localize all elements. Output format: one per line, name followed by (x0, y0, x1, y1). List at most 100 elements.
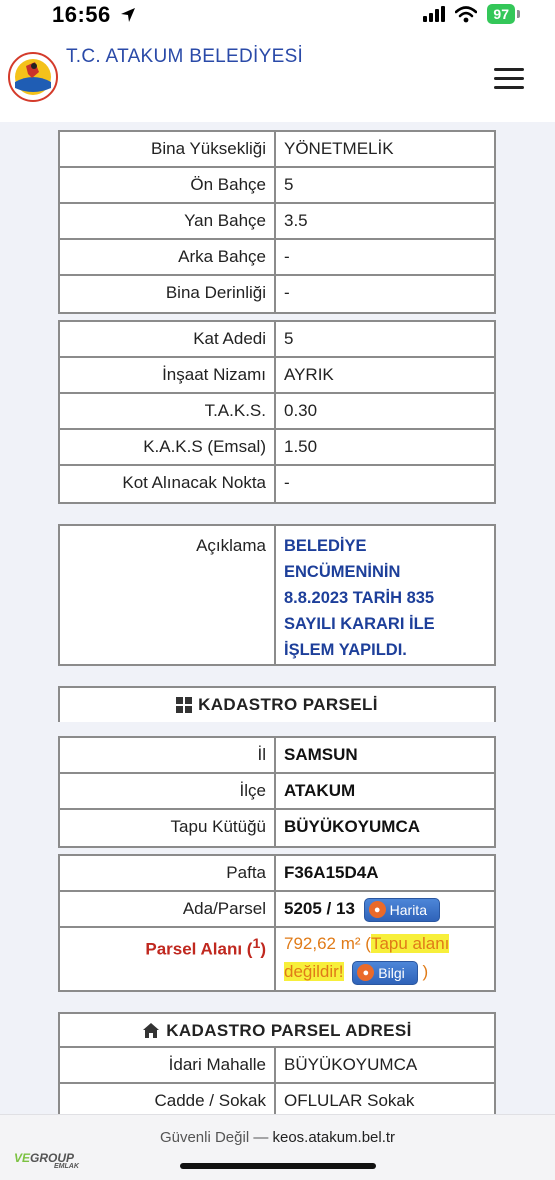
harita-label: Harita (389, 901, 427, 918)
row-label: Tapu Kütüğü (60, 810, 276, 846)
row-label: Pafta (60, 856, 276, 890)
row-value: - (284, 473, 290, 492)
table-row: Parsel Alanı (1) 792,62 m² (Tapu alanı d… (60, 928, 494, 990)
row-value: OFLULAR Sokak (284, 1091, 415, 1110)
row-value: BÜYÜKOYUMCA (284, 817, 420, 836)
parcel-address-table: İdari Mahalle BÜYÜKOYUMCA Cadde / Sokak OF… (58, 1046, 496, 1114)
row-label: İnşaat Nizamı (60, 358, 276, 392)
parcel-area-label: Parsel Alanı (1) (60, 928, 276, 990)
row-value: 3.5 (284, 211, 308, 230)
watermark-mark: VE (14, 1151, 31, 1165)
row-label: Açıklama (60, 526, 276, 664)
row-label: İlçe (60, 774, 276, 808)
section-title: KADASTRO PARSELİ (198, 695, 378, 714)
area-warning: değildir! (284, 962, 344, 981)
table-row: İnşaat Nizamı AYRIK (60, 358, 494, 394)
site-header: T.C. ATAKUM BELEDİYESİ (0, 36, 555, 122)
row-value: 5205 / 13 ● Harita (276, 892, 494, 926)
row-label: İl (60, 738, 276, 772)
description-line: BELEDİYE (284, 537, 367, 555)
description-line: SAYILI KARARI İLE (284, 615, 435, 633)
row-label: Ön Bahçe (60, 168, 276, 202)
zoning-table: Kat Adedi 5 İnşaat Nizamı AYRIK T.A.K.S. 0.… (58, 320, 496, 504)
status-bar: 16:56 97 (0, 0, 555, 36)
row-value: 1.50 (284, 437, 318, 456)
row-value: F36A15D4A (284, 863, 379, 882)
row-label: Arka Bahçe (60, 240, 276, 274)
row-label: Ada/Parsel (60, 892, 276, 926)
site-title[interactable]: T.C. ATAKUM BELEDİYESİ (66, 46, 303, 68)
row-label: Cadde / Sokak (60, 1084, 276, 1114)
area-value: 792,62 m² (284, 934, 361, 953)
row-value: SAMSUN (284, 745, 358, 764)
parcel-area-value: 792,62 m² (Tapu alanı değildir! ● Bilgi ) (276, 928, 494, 990)
row-label: İdari Mahalle (60, 1048, 276, 1082)
security-label: Güvenli Değil — (159, 1129, 273, 1146)
browser-address-bar[interactable]: Güvenli Değil — keos.atakum.bel.tr VEGRO… (0, 1114, 555, 1180)
url-display[interactable]: Güvenli Değil — keos.atakum.bel.tr (0, 1129, 555, 1146)
row-label: Kat Adedi (60, 322, 276, 356)
table-row: Pafta F36A15D4A (60, 856, 494, 892)
cellular-signal-icon (423, 6, 446, 22)
map-pin-icon: ● (368, 901, 386, 919)
row-label: Bina Yüksekliği (60, 132, 276, 166)
section-title: KADASTRO PARSEL ADRESİ (166, 1021, 412, 1040)
table-row: Kot Alınacak Nokta - (60, 466, 494, 502)
info-pin-icon: ● (357, 964, 375, 982)
description-table: Açıklama BELEDİYE ENCÜMENİNİN 8.8.2023 T… (58, 524, 496, 666)
table-row: Ada/Parsel 5205 / 13 ● Harita (60, 892, 494, 928)
table-row: Ön Bahçe 5 (60, 168, 494, 204)
description-line: İŞLEM YAPILDI. (284, 641, 407, 659)
url-host: keos.atakum.bel.tr (272, 1129, 396, 1146)
row-value: ATAKUM (284, 781, 356, 800)
hamburger-menu-icon[interactable] (494, 68, 524, 92)
table-row: Açıklama BELEDİYE ENCÜMENİNİN 8.8.2023 T… (60, 526, 494, 664)
table-row: K.A.K.S (Emsal) 1.50 (60, 430, 494, 466)
parcel-address-heading: KADASTRO PARSEL ADRESİ (58, 1012, 496, 1048)
row-value: 0.30 (284, 401, 318, 420)
row-value: BÜYÜKOYUMCA (284, 1055, 418, 1074)
table-row: Yan Bahçe 3.5 (60, 204, 494, 240)
row-value: - (284, 283, 290, 302)
row-label: Yan Bahçe (60, 204, 276, 238)
clock: 16:56 (52, 2, 111, 27)
description-line: 8.8.2023 TARİH 835 (284, 589, 435, 607)
table-row: İlçe ATAKUM (60, 774, 494, 810)
table-row: Kat Adedi 5 (60, 322, 494, 358)
home-indicator[interactable] (180, 1163, 376, 1169)
atakum-logo[interactable] (8, 52, 58, 102)
row-value: 5 (284, 175, 294, 194)
row-value: AYRIK (284, 365, 334, 384)
watermark-logo: VEGROUP EMLAK (14, 1151, 79, 1170)
table-row: Bina Derinliği - (60, 276, 494, 312)
row-value: 5 (284, 329, 294, 348)
parcel-details-table: Pafta F36A15D4A Ada/Parsel 5205 / 13 ● Har… (58, 854, 496, 992)
ada-parsel-value: 5205 / 13 (284, 899, 355, 918)
harita-button[interactable]: ● Harita (363, 897, 440, 922)
bilgi-label: Bilgi (378, 964, 405, 981)
description-line: ENCÜMENİNİN (284, 563, 401, 581)
grid-icon (176, 697, 193, 713)
status-icons: 97 (423, 4, 520, 24)
wifi-icon (455, 5, 478, 22)
battery-icon: 97 (487, 4, 520, 24)
parcel-location-table: İl SAMSUN İlçe ATAKUM Tapu Kütüğü BÜYÜKOYUM… (58, 736, 496, 848)
page-content[interactable]: Bina Yüksekliği YÖNETMELİK Ön Bahçe 5 Yan … (0, 122, 555, 1114)
table-row: T.A.K.S. 0.30 (60, 394, 494, 430)
row-label: T.A.K.S. (60, 394, 276, 428)
row-label: Bina Derinliği (60, 276, 276, 312)
table-row: Arka Bahçe - (60, 240, 494, 276)
row-label: Kot Alınacak Nokta (60, 466, 276, 502)
table-row: Tapu Kütüğü BÜYÜKOYUMCA (60, 810, 494, 846)
row-value: - (284, 247, 290, 266)
table-row: Cadde / Sokak OFLULAR Sokak (60, 1084, 494, 1114)
description-text: BELEDİYE ENCÜMENİNİN 8.8.2023 TARİH 835 … (276, 526, 494, 664)
row-value: YÖNETMELİK (284, 139, 394, 158)
kadastro-parseli-heading: KADASTRO PARSELİ (58, 686, 496, 722)
home-icon (143, 1023, 160, 1038)
table-row: İl SAMSUN (60, 738, 494, 774)
area-warning: Tapu alanı (370, 934, 450, 953)
table-row: İdari Mahalle BÜYÜKOYUMCA (60, 1048, 494, 1084)
table-row: Bina Yüksekliği YÖNETMELİK (60, 132, 494, 168)
bilgi-button[interactable]: ● Bilgi (352, 960, 418, 985)
